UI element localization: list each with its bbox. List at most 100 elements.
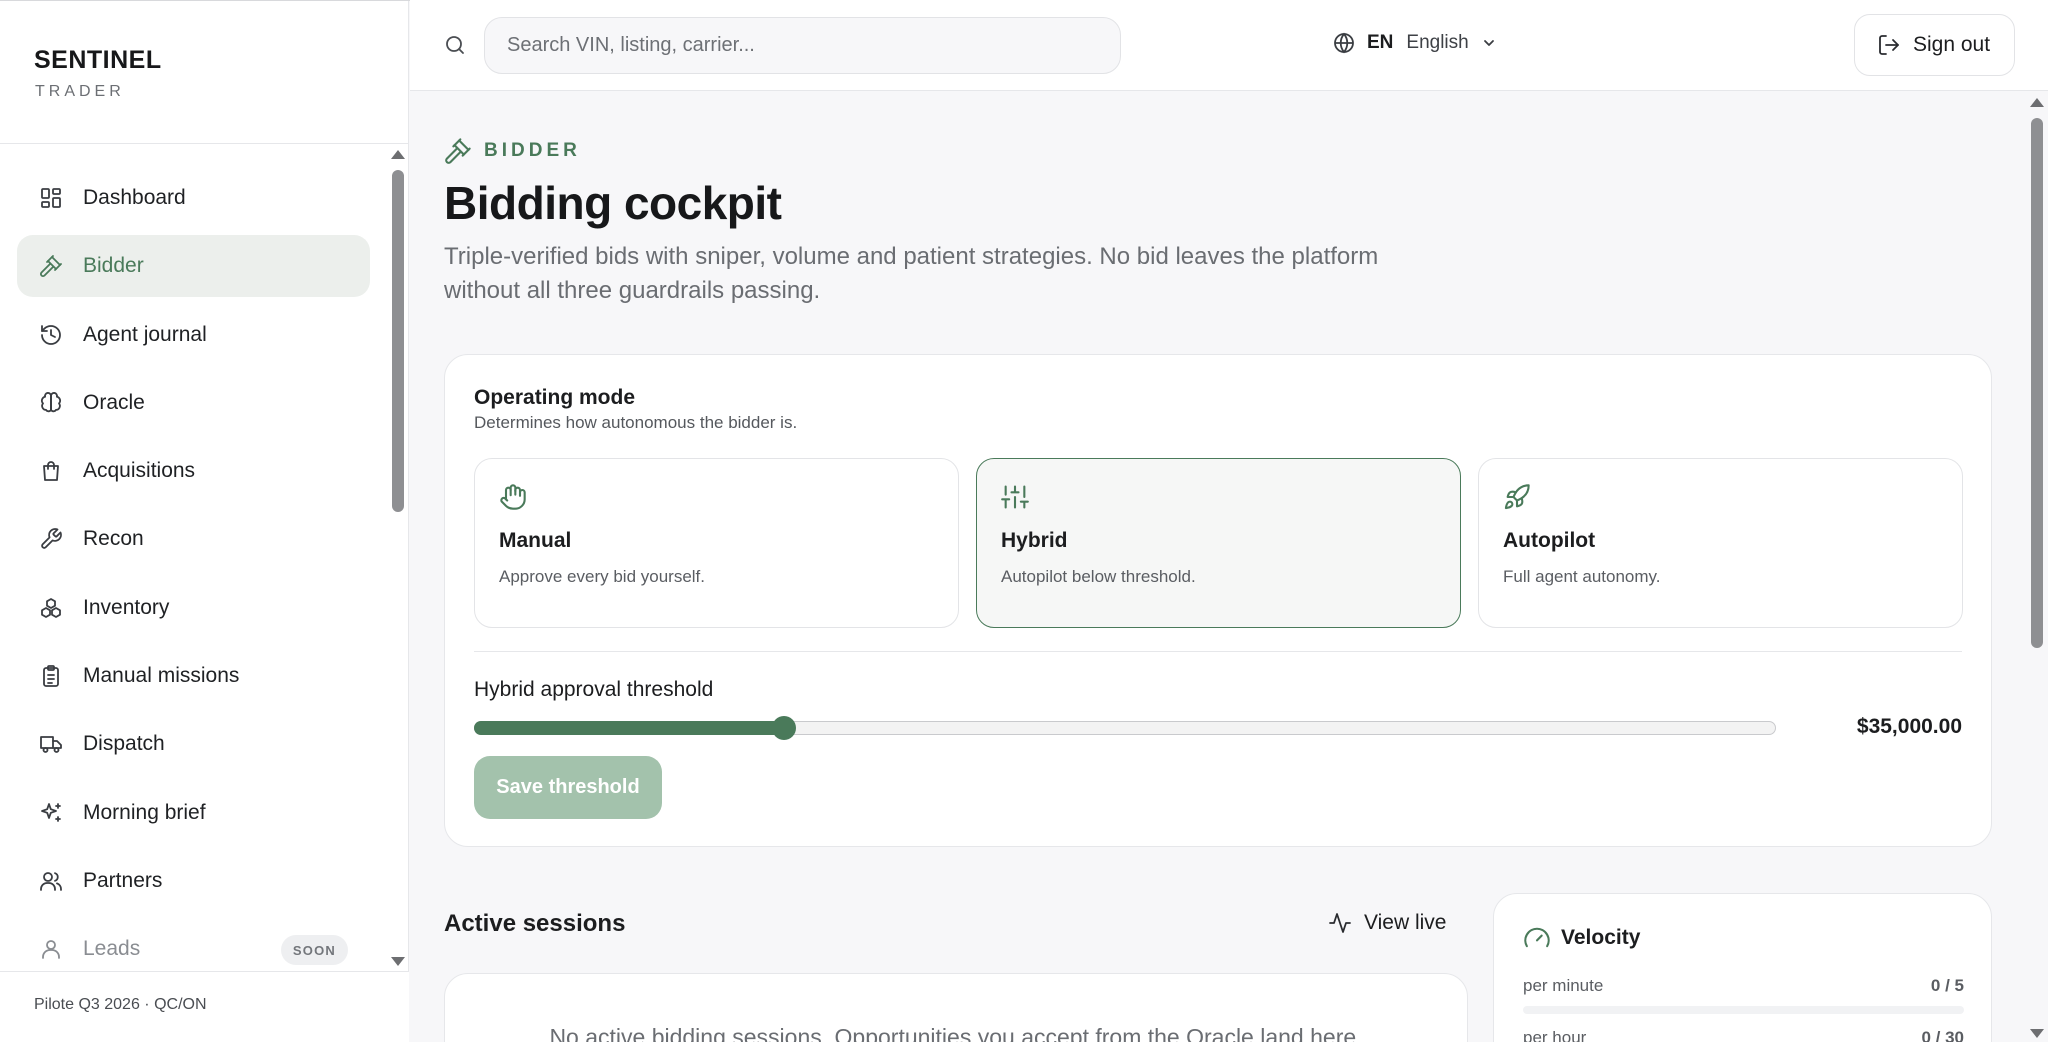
- scroll-down-arrow-icon[interactable]: [391, 957, 405, 966]
- brain-icon: [39, 391, 63, 415]
- velocity-progress-bar: [1523, 1006, 1964, 1014]
- rocket-icon: [1503, 483, 1531, 511]
- mode-description: Full agent autonomy.: [1503, 567, 1661, 586]
- sidebar-item-morning-brief[interactable]: Morning brief: [17, 782, 370, 844]
- truck-icon: [39, 732, 63, 756]
- scrollbar-thumb[interactable]: [2031, 118, 2043, 648]
- search-input[interactable]: [484, 17, 1121, 74]
- pilot-label: Pilote Q3 2026 · QC/ON: [34, 996, 207, 1013]
- mode-option-hybrid[interactable]: Hybrid Autopilot below threshold.: [976, 458, 1461, 628]
- velocity-label: per hour: [1523, 1028, 1587, 1042]
- sidebar-item-label: Oracle: [83, 390, 145, 414]
- divider: [0, 143, 409, 144]
- mode-name: Autopilot: [1503, 529, 1596, 552]
- sidebar-item-label: Inventory: [83, 595, 170, 619]
- gauge-icon: [1523, 924, 1551, 952]
- velocity-header: Velocity: [1523, 924, 1640, 952]
- sidebar-item-dispatch[interactable]: Dispatch: [17, 713, 370, 775]
- mode-option-autopilot[interactable]: Autopilot Full agent autonomy.: [1478, 458, 1963, 628]
- scrollbar-thumb[interactable]: [392, 170, 404, 512]
- eyebrow-label: BIDDER: [484, 140, 581, 161]
- sign-out-label: Sign out: [1913, 33, 1991, 56]
- hand-icon: [499, 483, 527, 511]
- language-selector[interactable]: EN English: [1332, 31, 1497, 55]
- language-code: EN: [1367, 32, 1394, 53]
- velocity-label: per minute: [1523, 976, 1604, 995]
- brand-logo[interactable]: SENTINEL TRADER: [34, 46, 162, 101]
- mode-name: Manual: [499, 529, 572, 552]
- sidebar-item-label: Agent journal: [83, 322, 207, 346]
- view-live-label: View live: [1364, 911, 1447, 934]
- globe-icon: [1332, 31, 1356, 55]
- velocity-value: 0 / 30: [1921, 1028, 1964, 1042]
- sidebar-item-label: Acquisitions: [83, 459, 196, 483]
- gavel-icon: [444, 137, 472, 165]
- user-icon: [39, 937, 63, 961]
- mode-name: Hybrid: [1001, 529, 1068, 552]
- slider-fill: [474, 721, 784, 735]
- sidebar-item-label: Leads: [83, 937, 141, 961]
- brand-name: SENTINEL: [34, 46, 162, 74]
- sparkles-icon: [39, 801, 63, 825]
- soon-badge: SOON: [280, 935, 348, 966]
- log-out-icon: [1877, 33, 1901, 57]
- card-subtitle: Determines how autonomous the bidder is.: [474, 413, 798, 432]
- sidebar-scrollbar[interactable]: [388, 145, 408, 971]
- page-title: Bidding cockpit: [444, 177, 782, 229]
- sidebar-item-oracle[interactable]: Oracle: [17, 372, 370, 434]
- divider: [474, 651, 1962, 652]
- sidebar-item-dashboard[interactable]: Dashboard: [17, 167, 370, 229]
- sidebar-item-label: Bidder: [83, 254, 144, 278]
- sidebar-item-label: Manual missions: [83, 664, 240, 688]
- boxes-icon: [39, 596, 63, 620]
- sidebar-item-agent-journal[interactable]: Agent journal: [17, 304, 370, 366]
- empty-state-text: No active bidding sessions. Opportunitie…: [549, 1024, 1363, 1042]
- scroll-down-arrow-icon[interactable]: [2030, 1029, 2044, 1038]
- view-live-button[interactable]: View live: [1328, 911, 1446, 935]
- operating-mode-card: Operating mode Determines how autonomous…: [444, 354, 1992, 847]
- search-icon: [443, 33, 467, 57]
- sidebar-item-label: Morning brief: [83, 800, 206, 824]
- language-name: English: [1406, 32, 1469, 53]
- chevron-down-icon: [1481, 35, 1497, 51]
- main-scrollbar[interactable]: [2026, 92, 2048, 1042]
- sidebar-item-bidder[interactable]: Bidder: [17, 235, 370, 298]
- page-description: Triple-verified bids with sniper, volume…: [444, 243, 1379, 304]
- sidebar-nav: Dashboard Bidder Agent journal Oracle Ac…: [17, 167, 370, 971]
- mode-description: Autopilot below threshold.: [1001, 567, 1196, 586]
- scroll-up-arrow-icon[interactable]: [391, 150, 405, 159]
- mode-description: Approve every bid yourself.: [499, 567, 705, 586]
- sidebar-item-recon[interactable]: Recon: [17, 508, 370, 570]
- active-sessions-title: Active sessions: [444, 910, 626, 937]
- card-title: Operating mode: [474, 386, 636, 409]
- sidebar-item-acquisitions[interactable]: Acquisitions: [17, 440, 370, 502]
- sidebar: SENTINEL TRADER Dashboard Bidder Agent j…: [0, 0, 409, 1042]
- clipboard-icon: [39, 664, 63, 688]
- gavel-icon: [39, 254, 63, 278]
- top-bar: EN English Sign out: [410, 0, 2048, 91]
- sidebar-item-manual-missions[interactable]: Manual missions: [17, 645, 370, 707]
- page-eyebrow: BIDDER: [444, 137, 581, 165]
- sidebar-item-leads: Leads SOON: [17, 918, 370, 971]
- sidebar-item-partners[interactable]: Partners: [17, 850, 370, 912]
- sidebar-item-label: Partners: [83, 868, 163, 892]
- sidebar-item-label: Recon: [83, 527, 144, 551]
- mode-option-manual[interactable]: Manual Approve every bid yourself.: [474, 458, 959, 628]
- threshold-slider[interactable]: [474, 716, 1776, 740]
- activity-icon: [1328, 911, 1352, 935]
- velocity-value: 0 / 5: [1930, 976, 1964, 995]
- save-threshold-button[interactable]: Save threshold: [474, 756, 662, 819]
- sidebar-footer: Pilote Q3 2026 · QC/ON: [0, 971, 409, 1042]
- sign-out-button[interactable]: Sign out: [1854, 14, 2015, 76]
- shopping-bag-icon: [39, 459, 63, 483]
- active-sessions-card: No active bidding sessions. Opportunitie…: [444, 973, 1468, 1042]
- velocity-title: Velocity: [1561, 926, 1641, 949]
- velocity-card: Velocity per minute 0 / 5 per hour 0 / 3…: [1493, 893, 1992, 1042]
- sidebar-item-inventory[interactable]: Inventory: [17, 577, 370, 639]
- threshold-label: Hybrid approval threshold: [474, 678, 714, 701]
- sliders-icon: [1001, 483, 1029, 511]
- slider-handle[interactable]: [771, 716, 796, 740]
- brand-subtitle: TRADER: [35, 83, 125, 100]
- scroll-up-arrow-icon[interactable]: [2030, 98, 2044, 107]
- sidebar-item-label: Dispatch: [83, 732, 165, 756]
